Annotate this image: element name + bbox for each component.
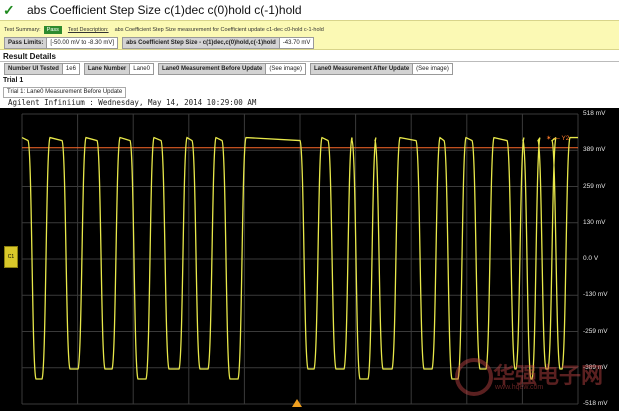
trigger-marker-icon <box>292 399 302 407</box>
limits-row: Pass Limits: [-50.00 mV to -8.30 mV] abs… <box>4 37 318 49</box>
field-label: Number UI Tested <box>4 63 63 75</box>
y2-marker-label: Y2 <box>561 135 570 142</box>
pass-limits-label: Pass Limits: <box>4 37 48 49</box>
pass-limits-value: [-50.00 mV to -8.30 mV] <box>47 37 119 49</box>
y2-marker: ✶ — Y2 <box>546 135 570 142</box>
title-bar: ✓ abs Coefficient Step Size c(1)dec c(0)… <box>0 0 619 20</box>
result-fields-row: Number UI Tested 1e6 Lane Number Lane0 L… <box>4 63 457 75</box>
watermark-logo-icon <box>455 358 493 396</box>
field-value: 1e6 <box>62 63 80 75</box>
y-tick-label: 259 mV <box>583 182 606 190</box>
y-tick-label: 0.0 V <box>583 255 599 262</box>
field-value: Lane0 <box>130 63 154 75</box>
test-description-text: abs Coefficient Step Size measurement fo… <box>114 27 324 33</box>
measurement-label: abs Coefficient Step Size - c(1)dec,c(0)… <box>122 37 280 49</box>
divider <box>0 61 619 62</box>
field-value: (See image) <box>413 63 453 75</box>
summary-row: Test Summary: Pass Test Description: abs… <box>4 25 324 35</box>
trial-label: Trial 1: Lane0 Measurement Before Update <box>3 87 127 98</box>
result-details-title: Result Details <box>3 52 56 61</box>
y-tick-label: 518 mV <box>583 110 606 117</box>
pass-badge: Pass <box>43 26 62 34</box>
y-tick-label: 389 mV <box>583 146 606 154</box>
scope-header: Agilent Infiniium : Wednesday, May 14, 2… <box>8 98 257 107</box>
page-title: abs Coefficient Step Size c(1)dec c(0)ho… <box>27 3 302 17</box>
field-value: (See image) <box>266 63 307 75</box>
test-summary-label: Test Summary: <box>4 27 41 33</box>
field-label: Lane Number <box>83 63 131 75</box>
field-label: Lane0 Measurement Before Update <box>157 63 267 75</box>
watermark-url: www.hqew.com <box>495 384 544 391</box>
pass-check-icon: ✓ <box>3 2 15 18</box>
oscilloscope-screen: 518 mV 389 mV 259 mV 130 mV 0.0 V -130 mV -259… <box>0 108 619 411</box>
y-tick-label: -518 mV <box>583 400 608 407</box>
y-tick-label: 130 mV <box>583 218 606 226</box>
trial-title: Trial 1 <box>3 77 24 84</box>
summary-panel: Test Summary: Pass Test Description: abs… <box>0 20 619 50</box>
measurement-value: -43.70 mV <box>279 37 315 49</box>
y-tick-label: -130 mV <box>583 291 608 299</box>
field-label: Lane0 Measurement After Update <box>310 63 414 75</box>
y-tick-label: -259 mV <box>583 327 608 335</box>
test-description-label: Test Description: <box>67 27 109 33</box>
channel-badge[interactable]: C1 <box>4 246 18 268</box>
